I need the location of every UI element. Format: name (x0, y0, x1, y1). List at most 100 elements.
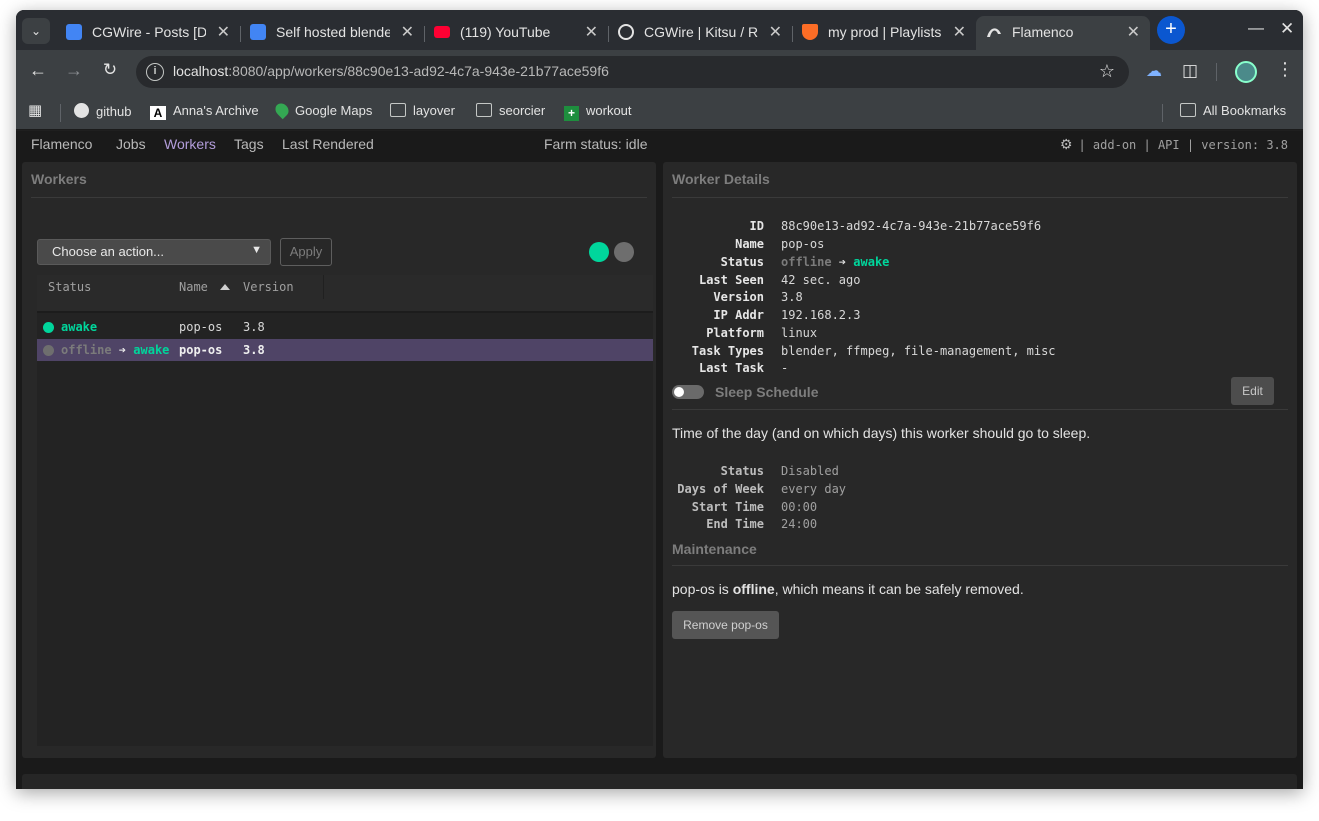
close-tab-icon[interactable]: ✕ (585, 22, 598, 42)
detail-value: 3.8 (781, 290, 803, 304)
tab-search-button[interactable]: ⌄ (22, 18, 50, 44)
address-bar[interactable]: i localhost:8080/app/workers/88c90e13-ad… (136, 56, 1129, 88)
folder-icon (476, 103, 492, 117)
status-from: offline (61, 343, 112, 357)
sort-ascending-icon (219, 284, 230, 290)
new-tab-button[interactable]: + (1157, 16, 1185, 44)
window-close-icon[interactable]: ✕ (1280, 19, 1294, 39)
tab-cgwire-posts[interactable]: CGWire - Posts [Dec ✕ (56, 16, 241, 50)
detail-label: Status (720, 255, 764, 269)
bookmark-label: workout (586, 103, 632, 118)
detail-value: 42 sec. ago (781, 273, 861, 287)
table-row[interactable]: awake pop-os 3.8 (37, 316, 653, 338)
bookmark-folder-layover[interactable]: layover (390, 103, 455, 118)
close-tab-icon[interactable]: ✕ (217, 22, 230, 42)
google-maps-pin-icon (272, 100, 292, 120)
toggle-knob (674, 387, 684, 397)
name-cell: pop-os (179, 320, 223, 334)
detail-value: pop-os (781, 237, 825, 251)
detail-label: Start Time (691, 500, 764, 514)
divider (31, 197, 647, 198)
bookmark-label: Anna's Archive (173, 103, 259, 118)
all-bookmarks[interactable]: All Bookmarks (1180, 103, 1286, 118)
tab-my-prod-playlists[interactable]: my prod | Playlists ✕ (792, 16, 976, 50)
bookmark-star-icon[interactable]: ☆ (1099, 61, 1115, 82)
detail-value: Disabled (781, 464, 839, 478)
menu-kebab-icon[interactable]: ⋮ (1276, 59, 1294, 80)
status-dot-icon (43, 345, 54, 356)
google-docs-icon (66, 24, 82, 40)
bookmark-separator (60, 104, 61, 122)
apply-button[interactable]: Apply (280, 238, 332, 266)
column-version[interactable]: Version (243, 280, 294, 294)
close-tab-icon[interactable]: ✕ (401, 22, 414, 42)
minimize-icon[interactable]: — (1248, 20, 1264, 38)
close-tab-icon[interactable]: ✕ (953, 22, 966, 42)
close-tab-icon[interactable]: ✕ (769, 22, 782, 42)
worker-details-panel: Worker Details ID 88c90e13-ad92-4c7a-943e… (663, 162, 1297, 758)
tab-kitsu-github[interactable]: CGWire | Kitsu / Re ✕ (608, 16, 793, 50)
bookmark-annas-archive[interactable]: A Anna's Archive (150, 103, 259, 120)
detail-label: ID (749, 219, 764, 233)
divider (37, 311, 653, 313)
app-navigation: Flamenco Jobs Workers Tags Last Rendered… (16, 131, 1303, 159)
extensions-puzzle-icon[interactable]: ◫ (1182, 61, 1198, 81)
bookmark-label: layover (413, 103, 455, 118)
column-name[interactable]: Name (179, 280, 230, 294)
tab-flamenco[interactable]: Flamenco ✕ (976, 16, 1150, 50)
detail-value: every day (781, 482, 847, 496)
bookmark-folder-seorcier[interactable]: seorcier (476, 103, 545, 118)
google-docs-icon (250, 24, 266, 40)
back-arrow-icon[interactable]: ← (26, 60, 50, 81)
nav-jobs[interactable]: Jobs (116, 136, 146, 152)
detail-label: Last Task (698, 361, 764, 375)
tab-title: (119) YouTube (460, 24, 551, 40)
sleep-schedule-toggle[interactable] (672, 385, 704, 399)
workers-table: Status Name Version awake pop-os 3.8 off… (37, 275, 653, 746)
filter-offline-toggle[interactable] (614, 242, 634, 262)
remove-worker-button[interactable]: Remove pop-os (672, 611, 779, 639)
tab-self-hosted-blender[interactable]: Self hosted blender ✕ (240, 16, 425, 50)
reload-icon[interactable]: ↻ (98, 60, 122, 80)
maintenance-text-bold: offline (732, 581, 775, 597)
maintenance-text: pop-os is offline, which means it can be… (672, 581, 1024, 597)
action-select[interactable]: Choose an action... ▼ (37, 239, 271, 265)
status-to: awake (61, 320, 98, 334)
flamenco-app: Flamenco Jobs Workers Tags Last Rendered… (16, 131, 1303, 789)
profile-avatar[interactable] (1235, 61, 1257, 83)
column-status[interactable]: Status (48, 280, 91, 294)
bookmark-label: Google Maps (295, 103, 373, 118)
forward-arrow-icon[interactable]: → (62, 60, 86, 81)
youtube-icon (434, 26, 450, 38)
divider (672, 409, 1288, 410)
close-tab-icon[interactable]: ✕ (1127, 22, 1140, 42)
apps-grid-icon[interactable]: ▦ (28, 101, 42, 119)
gear-icon[interactable]: ⚙ (1060, 137, 1073, 153)
filter-awake-toggle[interactable] (589, 242, 609, 262)
nav-last-rendered[interactable]: Last Rendered (282, 136, 374, 152)
tab-youtube[interactable]: (119) YouTube ✕ (424, 16, 609, 50)
name-cell: pop-os (179, 343, 223, 357)
bookmark-github[interactable]: github (74, 103, 131, 119)
nav-tags[interactable]: Tags (234, 136, 264, 152)
nav-flamenco[interactable]: Flamenco (31, 136, 92, 152)
detail-label: Last Seen (698, 273, 764, 287)
nav-workers[interactable]: Workers (164, 136, 216, 152)
tab-strip: ⌄ CGWire - Posts [Dec ✕ Self hosted blen… (16, 10, 1303, 50)
url-path: :8080/app/workers/88c90e13-ad92-4c7a-943… (228, 63, 609, 79)
chevron-down-icon: ▼ (251, 244, 262, 256)
url-text[interactable]: localhost:8080/app/workers/88c90e13-ad92… (173, 63, 609, 79)
table-row-selected[interactable]: offline ➔ awake pop-os 3.8 (37, 339, 653, 361)
app-links-text[interactable]: | add-on | API | version: 3.8 (1078, 138, 1288, 152)
extension-cloud-icon[interactable]: ☁ (1146, 61, 1162, 81)
site-info-icon[interactable]: i (146, 63, 164, 81)
folder-icon (390, 103, 406, 117)
detail-label: Version (713, 290, 764, 304)
bookmark-workout[interactable]: + workout (564, 103, 632, 121)
edit-sleep-schedule-button[interactable]: Edit (1231, 377, 1274, 405)
tab-title: CGWire - Posts [Dec (92, 24, 206, 40)
bookmark-label: github (96, 104, 132, 119)
detail-value: offline ➔ awake (781, 255, 889, 269)
maintenance-title: Maintenance (672, 541, 757, 557)
bookmark-google-maps[interactable]: Google Maps (272, 100, 373, 120)
